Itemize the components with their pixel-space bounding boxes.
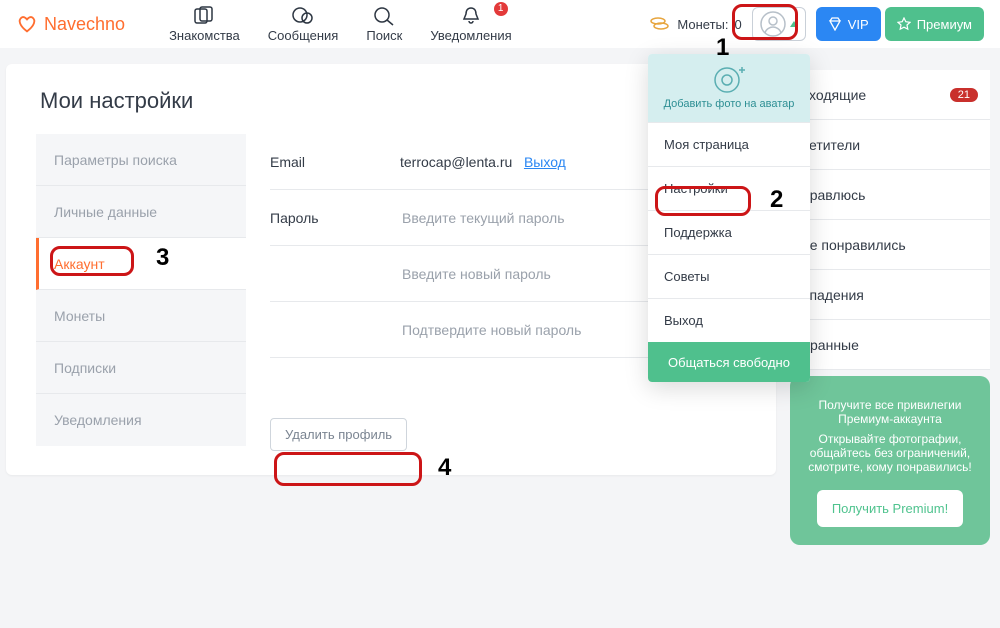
activity-liked-me[interactable]: не понравились [790, 220, 990, 270]
avatar-dropdown: Добавить фото на аватар Моя страница Нас… [648, 54, 810, 382]
coins-value: 0 [735, 17, 742, 32]
bell-icon [460, 6, 482, 26]
nav-search[interactable]: Поиск [366, 6, 402, 43]
nav-notifications[interactable]: 1 Уведомления [430, 6, 511, 43]
page-body: Мои настройки Параметры поиска Личные да… [0, 48, 1000, 628]
activity-visitors[interactable]: сетители [790, 120, 990, 170]
camera-add-icon [711, 64, 747, 94]
tab-subscriptions[interactable]: Подписки [36, 342, 246, 394]
vip-button[interactable]: VIP [816, 7, 881, 41]
premium-promo: Получите все привилегии Премиум-аккаунта… [790, 376, 990, 545]
activity-incoming[interactable]: сходящие 21 [790, 70, 990, 120]
logo-heart-icon [16, 13, 38, 35]
promo-line1: Получите все привилегии Премиум-аккаунта [804, 398, 976, 426]
tab-coins[interactable]: Монеты [36, 290, 246, 342]
dropdown-add-photo[interactable]: Добавить фото на аватар [648, 54, 810, 122]
activity-favorites[interactable]: бранные [790, 320, 990, 370]
logout-link[interactable]: Выход [524, 154, 566, 170]
tab-search-params[interactable]: Параметры поиска [36, 134, 246, 186]
logo-text: Navechno [44, 14, 125, 35]
nav-dating-label: Знакомства [169, 28, 240, 43]
star-icon [897, 17, 911, 31]
coins-label: Монеты: [677, 17, 728, 32]
chevron-up-icon [790, 21, 798, 27]
top-nav: Знакомства Сообщения Поиск 1 Уведомления [169, 6, 512, 43]
cards-icon [192, 6, 216, 26]
nav-messages-label: Сообщения [268, 28, 339, 43]
diamond-icon [828, 17, 842, 31]
promo-line2: Открывайте фотографии, общайтесь без огр… [804, 432, 976, 474]
nav-dating[interactable]: Знакомства [169, 6, 240, 43]
dropdown-chat-free[interactable]: Общаться свободно [648, 342, 810, 382]
avatar-menu-button[interactable] [752, 7, 806, 41]
coins-icon [649, 15, 671, 33]
page-title: Мои настройки [40, 88, 746, 114]
header: Navechno Знакомства Сообщения Поиск 1 Ув… [0, 0, 1000, 48]
notifications-badge: 1 [494, 2, 508, 16]
vip-label: VIP [848, 17, 869, 32]
password-label: Пароль [270, 210, 400, 226]
nav-search-label: Поиск [366, 28, 402, 43]
avatar-icon [760, 11, 786, 37]
settings-tabs: Параметры поиска Личные данные Аккаунт М… [36, 134, 246, 451]
chat-icon [291, 6, 315, 26]
delete-profile-button[interactable]: Удалить профиль [270, 418, 407, 451]
coins-counter[interactable]: Монеты: 0 [649, 15, 741, 33]
tab-account[interactable]: Аккаунт [36, 238, 246, 290]
dropdown-add-photo-label: Добавить фото на аватар [656, 98, 802, 110]
activity-matches[interactable]: впадения [790, 270, 990, 320]
activity-sidebar: сходящие 21 сетители нравлюсь не понрави… [790, 70, 990, 545]
email-value: terrocap@lenta.ru [400, 154, 512, 170]
nav-notifications-label: Уведомления [430, 28, 511, 43]
dropdown-settings[interactable]: Настройки [648, 166, 810, 210]
promo-get-premium-button[interactable]: Получить Premium! [817, 490, 963, 527]
tab-personal[interactable]: Личные данные [36, 186, 246, 238]
tab-notifications[interactable]: Уведомления [36, 394, 246, 446]
dropdown-my-page[interactable]: Моя страница [648, 122, 810, 166]
search-icon [373, 6, 395, 26]
activity-incoming-label: сходящие [802, 87, 866, 103]
dropdown-support[interactable]: Поддержка [648, 210, 810, 254]
nav-messages[interactable]: Сообщения [268, 6, 339, 43]
logo[interactable]: Navechno [16, 13, 125, 35]
premium-button[interactable]: Премиум [885, 7, 984, 41]
dropdown-logout[interactable]: Выход [648, 298, 810, 342]
activity-i-like[interactable]: нравлюсь [790, 170, 990, 220]
premium-label: Премиум [917, 17, 972, 32]
email-label: Email [270, 154, 400, 170]
dropdown-tips[interactable]: Советы [648, 254, 810, 298]
activity-incoming-badge: 21 [950, 88, 978, 102]
